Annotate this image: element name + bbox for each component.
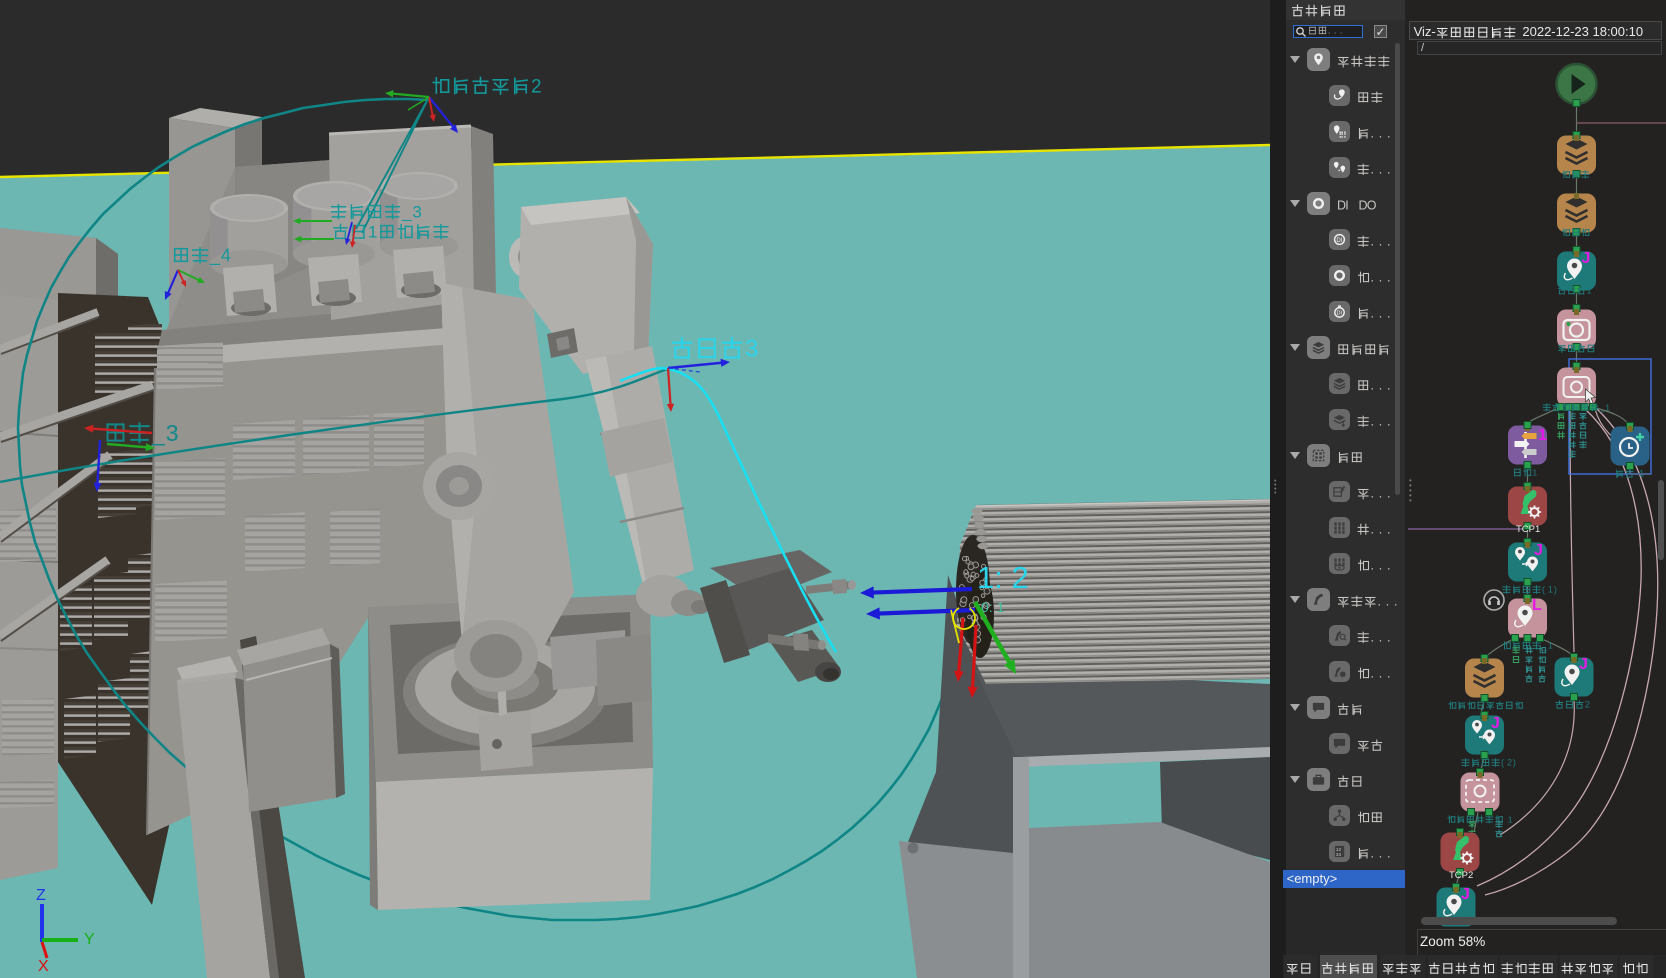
svg-text:.: . (1387, 523, 1390, 537)
svg-text:.: . (1379, 847, 1382, 861)
svg-text:34: 34 (1336, 852, 1342, 857)
svg-text:.: . (1379, 127, 1382, 141)
svg-text:1: 1 (1548, 641, 1553, 651)
svg-text:L: L (1532, 597, 1542, 614)
svg-text:.: . (1379, 487, 1382, 501)
svg-text:O: O (1367, 199, 1377, 213)
svg-text:1: 1 (368, 223, 377, 242)
svg-text:_: _ (401, 203, 412, 222)
svg-text:J: J (1491, 715, 1500, 732)
svg-text:.: . (1378, 595, 1381, 609)
svg-text:3: 3 (745, 336, 758, 363)
svg-text:TCP1: TCP1 (1516, 524, 1540, 535)
svg-text:DI: DI (1337, 311, 1343, 317)
svg-text:.: . (1379, 667, 1382, 681)
svg-text:.: . (1371, 487, 1374, 501)
svg-text:1: 1 (1587, 286, 1592, 296)
svg-text:3: 3 (412, 203, 421, 222)
svg-text:.: . (1371, 163, 1374, 177)
svg-text:.: . (1371, 667, 1374, 681)
svg-text:.: . (1387, 487, 1390, 501)
svg-text:(: ( (1542, 585, 1545, 595)
svg-text:.: . (1379, 415, 1382, 429)
svg-text:.: . (1387, 271, 1390, 285)
svg-text:_: _ (209, 246, 221, 267)
svg-text:2: 2 (1585, 700, 1590, 710)
svg-text:2: 2 (1507, 758, 1512, 768)
svg-text:X: X (38, 958, 49, 975)
svg-text:(: ( (1501, 758, 1504, 768)
svg-text:.: . (1328, 26, 1331, 36)
svg-text:TCP2: TCP2 (1449, 870, 1473, 881)
svg-text:.: . (1387, 307, 1390, 321)
svg-text:.: . (1371, 271, 1374, 285)
svg-text:0: 1: 0: 1 (981, 599, 1005, 615)
svg-text:2: 2 (531, 76, 542, 97)
svg-text:.: . (1387, 415, 1390, 429)
svg-text:.: . (1379, 163, 1382, 177)
svg-text:.: . (1386, 595, 1389, 609)
svg-text:.: . (1387, 127, 1390, 141)
svg-text:.: . (1394, 595, 1397, 609)
svg-text:J: J (1461, 886, 1470, 903)
svg-text:.: . (1371, 631, 1374, 645)
svg-text:.: . (1387, 667, 1390, 681)
svg-text:.: . (1379, 559, 1382, 573)
svg-text:.: . (1379, 379, 1382, 393)
svg-text:.: . (1387, 631, 1390, 645)
svg-text:.: . (1379, 523, 1382, 537)
svg-text:1: 1 (1538, 427, 1547, 444)
svg-text:.: . (1371, 847, 1374, 861)
svg-text:1: 1 (1605, 402, 1610, 412)
svg-text:1: 1 (1532, 468, 1537, 478)
svg-text:J: J (1579, 656, 1588, 673)
svg-text:I: I (1345, 199, 1348, 213)
svg-text:.: . (1371, 307, 1374, 321)
svg-text:): ) (1554, 585, 1557, 595)
svg-text:.: . (1371, 523, 1374, 537)
svg-text:.: . (1387, 379, 1390, 393)
svg-text:.: . (1371, 235, 1374, 249)
svg-text:_: _ (1599, 402, 1605, 412)
svg-text:.: . (1379, 631, 1382, 645)
svg-text:.: . (1387, 235, 1390, 249)
svg-text:.: . (1371, 127, 1374, 141)
svg-text:.: . (1371, 559, 1374, 573)
svg-text:Y: Y (84, 931, 95, 948)
svg-text:J: J (1534, 542, 1543, 559)
svg-text:.: . (1340, 26, 1343, 36)
svg-text:.: . (1379, 307, 1382, 321)
svg-text:.: . (1371, 379, 1374, 393)
svg-text:3: 3 (166, 420, 179, 446)
svg-text:1: 1 (1548, 585, 1553, 595)
svg-text:.: . (1379, 235, 1382, 249)
svg-text:_: _ (151, 420, 166, 446)
svg-text:): ) (1513, 758, 1516, 768)
svg-text:Z: Z (36, 887, 46, 904)
svg-text:.: . (1387, 847, 1390, 861)
svg-text:1: 1 (1508, 814, 1513, 824)
svg-text:.: . (1387, 559, 1390, 573)
svg-text:J: J (1582, 250, 1591, 267)
svg-text:.: . (1371, 415, 1374, 429)
svg-text:DI: DI (1336, 237, 1342, 244)
svg-text:.: . (1379, 271, 1382, 285)
svg-text:.: . (1387, 163, 1390, 177)
svg-text:4: 4 (221, 246, 231, 266)
svg-text:.: . (1334, 26, 1337, 36)
svg-text:1: 2: 1: 2 (977, 560, 1029, 595)
